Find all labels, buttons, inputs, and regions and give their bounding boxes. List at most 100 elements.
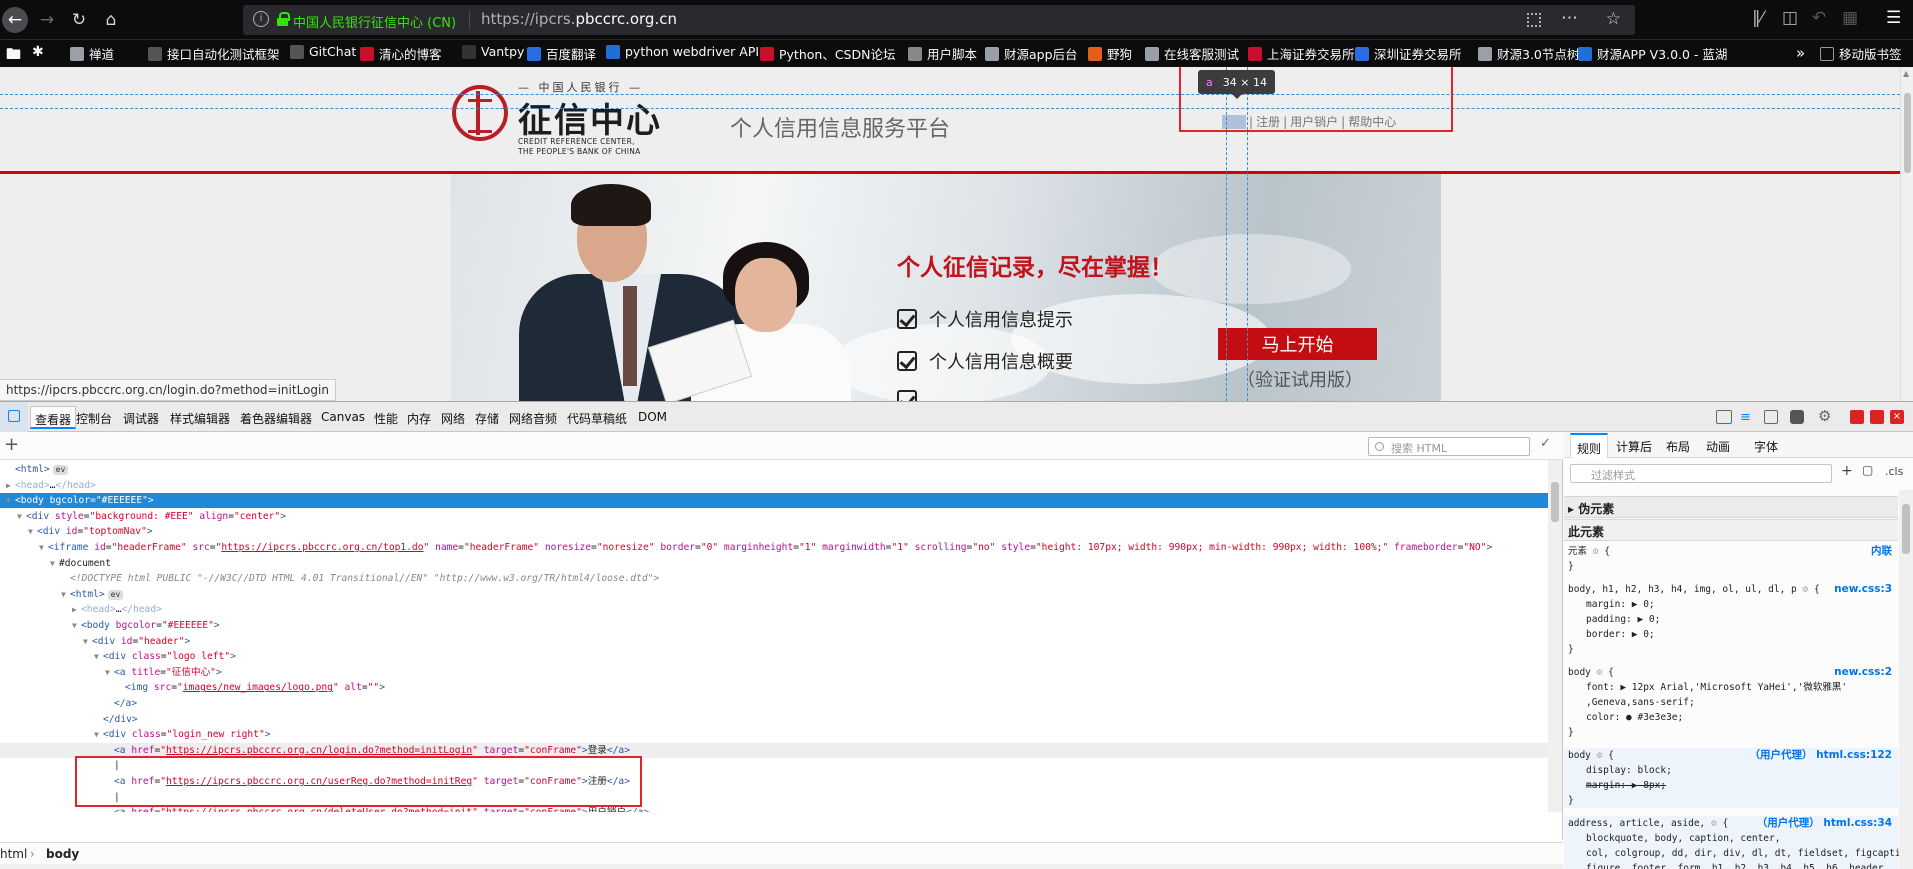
expand-toggle-icon[interactable]: ▼ — [50, 556, 59, 571]
markup-node[interactable]: <img src="images/new_images/logo.png" al… — [0, 680, 1548, 695]
undo-icon[interactable]: ↶ — [1812, 8, 1826, 28]
page-actions-icon[interactable]: ⋯ — [1561, 8, 1579, 28]
responsive-icon[interactable] — [1764, 410, 1778, 424]
expand-toggle-icon[interactable]: ▼ — [6, 493, 15, 508]
scroll-up-icon[interactable]: ▲ — [1903, 69, 1909, 78]
devtools-tab[interactable]: 调试器 — [123, 410, 159, 427]
rule-property-text[interactable]: figure, footer, form, h1, h2, h3, h4, h5… — [1586, 863, 1889, 869]
settings-gear-icon[interactable]: ⚙ — [1818, 407, 1832, 425]
site-info-icon[interactable]: i — [253, 11, 269, 27]
pbccrc-logo[interactable]: — 中国人民银行 — 征信中心 CREDIT REFERENCE CENTER,… — [452, 79, 666, 156]
expand-toggle-icon[interactable]: ▶ — [6, 478, 15, 493]
devtools-tab[interactable]: 控制台 — [76, 410, 112, 427]
bookmark-item[interactable]: GitChat — [290, 44, 356, 59]
devtools-tab[interactable]: Canvas — [321, 410, 365, 424]
eyedropper-icon[interactable]: ✓ — [1540, 436, 1551, 451]
reload-button[interactable]: ↻ — [66, 7, 92, 33]
add-rule-icon[interactable]: + — [1841, 463, 1853, 479]
show-bookmarks-icon[interactable]: 🖿 — [6, 44, 21, 69]
back-button[interactable]: ← — [2, 7, 28, 33]
rule-property-text[interactable]: ,Geneva,sans-serif; — [1586, 697, 1695, 708]
expand-toggle-icon[interactable]: ▼ — [94, 727, 103, 742]
expand-toggle-icon[interactable]: ▼ — [83, 634, 92, 649]
markup-node[interactable]: ▼ <div style="background: #EEE" align="ce… — [0, 509, 1548, 524]
bookmark-item[interactable]: Python、CSDN论坛 — [760, 44, 895, 63]
devtools-tab[interactable]: 内存 — [407, 410, 431, 427]
undock-icon[interactable] — [1850, 410, 1864, 424]
breadcrumb-body[interactable]: body — [46, 847, 79, 861]
filter-styles-input[interactable]: 过滤样式 — [1570, 464, 1832, 483]
rule-property-text[interactable]: display: block; — [1586, 765, 1672, 776]
search-html-input[interactable]: 搜索 HTML — [1368, 437, 1530, 456]
devtools-tab[interactable]: 网络音频 — [509, 410, 557, 427]
close-devtools-icon[interactable]: × — [1890, 410, 1904, 424]
devtools-tab[interactable]: DOM — [638, 410, 667, 424]
markup-node[interactable]: ▼ <body bgcolor="#EEEEEE"> — [0, 493, 1548, 509]
pseudo-elements-section[interactable]: ▸ 伪元素 — [1564, 496, 1898, 518]
bookmark-item[interactable]: 财源app后台 — [985, 44, 1078, 63]
bookmark-item[interactable]: 上海证券交易所 — [1248, 44, 1355, 63]
expand-toggle-icon[interactable]: ▼ — [17, 509, 26, 524]
forward-button[interactable]: → — [34, 7, 60, 33]
markup-node[interactable]: ▶ <head>…</head> — [0, 602, 1548, 617]
rule-property-text[interactable]: font: ▶ 12px Arial,'Microsoft YaHei','微软… — [1586, 682, 1847, 693]
page-scrollbar[interactable]: ▲ — [1900, 67, 1913, 401]
devtools-tab[interactable]: 着色器编辑器 — [240, 410, 312, 427]
devtools-tab[interactable]: 查看器 — [30, 406, 77, 429]
bookmark-item[interactable]: Vantpy — [462, 44, 524, 59]
split-icon[interactable] — [1870, 410, 1884, 424]
expand-toggle-icon[interactable]: ▼ — [61, 587, 70, 602]
rule-settings-icon[interactable]: ⚙ — [1593, 546, 1599, 557]
bookmark-item[interactable]: 禅道 — [70, 44, 114, 63]
rule-settings-icon[interactable]: ⚙ — [1597, 750, 1603, 761]
markup-node[interactable]: <html> ev — [0, 462, 1548, 477]
toggle-pseudo-icon[interactable]: ▢ — [1862, 463, 1873, 477]
scrollbar-thumb[interactable] — [1551, 482, 1559, 522]
bookmark-item[interactable]: 深圳证券交易所 — [1355, 44, 1462, 63]
devtools-tab[interactable]: 性能 — [374, 410, 398, 427]
sidebar-icon[interactable]: ◫ — [1782, 8, 1798, 28]
sidebar-tab[interactable]: 计算后 — [1616, 438, 1652, 455]
url-text[interactable]: https://ipcrs.pbccrc.org.cn — [481, 10, 677, 28]
markup-scrollbar[interactable] — [1548, 460, 1562, 812]
menu-icon[interactable]: ☰ — [1886, 8, 1901, 28]
markup-node[interactable]: </div> — [0, 712, 1548, 727]
devtools-tab[interactable]: 网络 — [441, 410, 465, 427]
rule-source[interactable]: 内联 — [1871, 544, 1892, 559]
camera-icon[interactable] — [1790, 410, 1804, 424]
add-node-icon[interactable]: + — [4, 434, 19, 455]
rule-source[interactable]: new.css:2 — [1834, 665, 1892, 680]
expand-toggle-icon[interactable]: ▶ — [72, 602, 81, 617]
sidebar-tab[interactable]: 动画 — [1706, 438, 1730, 455]
element-picker-icon[interactable] — [0, 402, 28, 432]
markup-node[interactable]: </a> — [0, 696, 1548, 711]
bookmark-item[interactable]: 百度翻译 — [527, 44, 596, 63]
split-console-icon[interactable]: ≡ — [1740, 410, 1754, 425]
rule-property-text[interactable]: col, colgroup, dd, dir, div, dl, dt, fie… — [1586, 848, 1913, 859]
bookmark-star-icon[interactable]: ☆ — [1606, 9, 1621, 29]
markup-node[interactable]: ▼ <div class="logo left"> — [0, 649, 1548, 664]
devtools-tab[interactable]: 样式编辑器 — [170, 410, 230, 427]
expand-toggle-icon[interactable]: ▼ — [105, 665, 114, 680]
sidebar-tab[interactable]: 字体 — [1754, 438, 1778, 455]
dock-icon[interactable] — [1716, 410, 1732, 424]
scrollbar-thumb[interactable] — [1902, 504, 1910, 554]
rule-settings-icon[interactable]: ⚙ — [1597, 667, 1603, 678]
library-icon[interactable]: ‖⁄ — [1752, 8, 1763, 28]
markup-node[interactable]: ▼ <a title="征信中心"> — [0, 665, 1548, 680]
url-bar[interactable]: i 中国人民银行征信中心 (CN) https://ipcrs.pbccrc.o… — [243, 5, 1635, 35]
cls-toggle[interactable]: .cls — [1885, 465, 1903, 478]
devtools-tab[interactable]: 代码草稿纸 — [567, 410, 627, 427]
bookmark-item[interactable]: 财源APP V3.0.0 - 蓝湖 — [1578, 44, 1727, 63]
markup-node[interactable]: <!DOCTYPE html PUBLIC "-//W3C//DTD HTML … — [0, 571, 1548, 586]
rule-source[interactable]: （用户代理） html.css:34 — [1757, 816, 1892, 831]
rule-property-text[interactable]: color: ● #3e3e3e; — [1586, 712, 1683, 723]
rule-settings-icon[interactable]: ⚙ — [1711, 818, 1717, 829]
bookmark-item[interactable]: 用户脚本 — [908, 44, 977, 63]
rule-settings-icon[interactable]: ⚙ — [1803, 584, 1809, 595]
bookmark-item[interactable]: 财源3.0节点树 — [1478, 44, 1579, 63]
sidebar-tab[interactable]: 布局 — [1666, 438, 1690, 455]
markup-node[interactable]: ▼ <iframe id="headerFrame" src="https://i… — [0, 540, 1548, 555]
markup-node[interactable]: ▼ <div id="toptomNav"> — [0, 524, 1548, 539]
markup-node[interactable]: ▼ <div class="login_new right"> — [0, 727, 1548, 742]
